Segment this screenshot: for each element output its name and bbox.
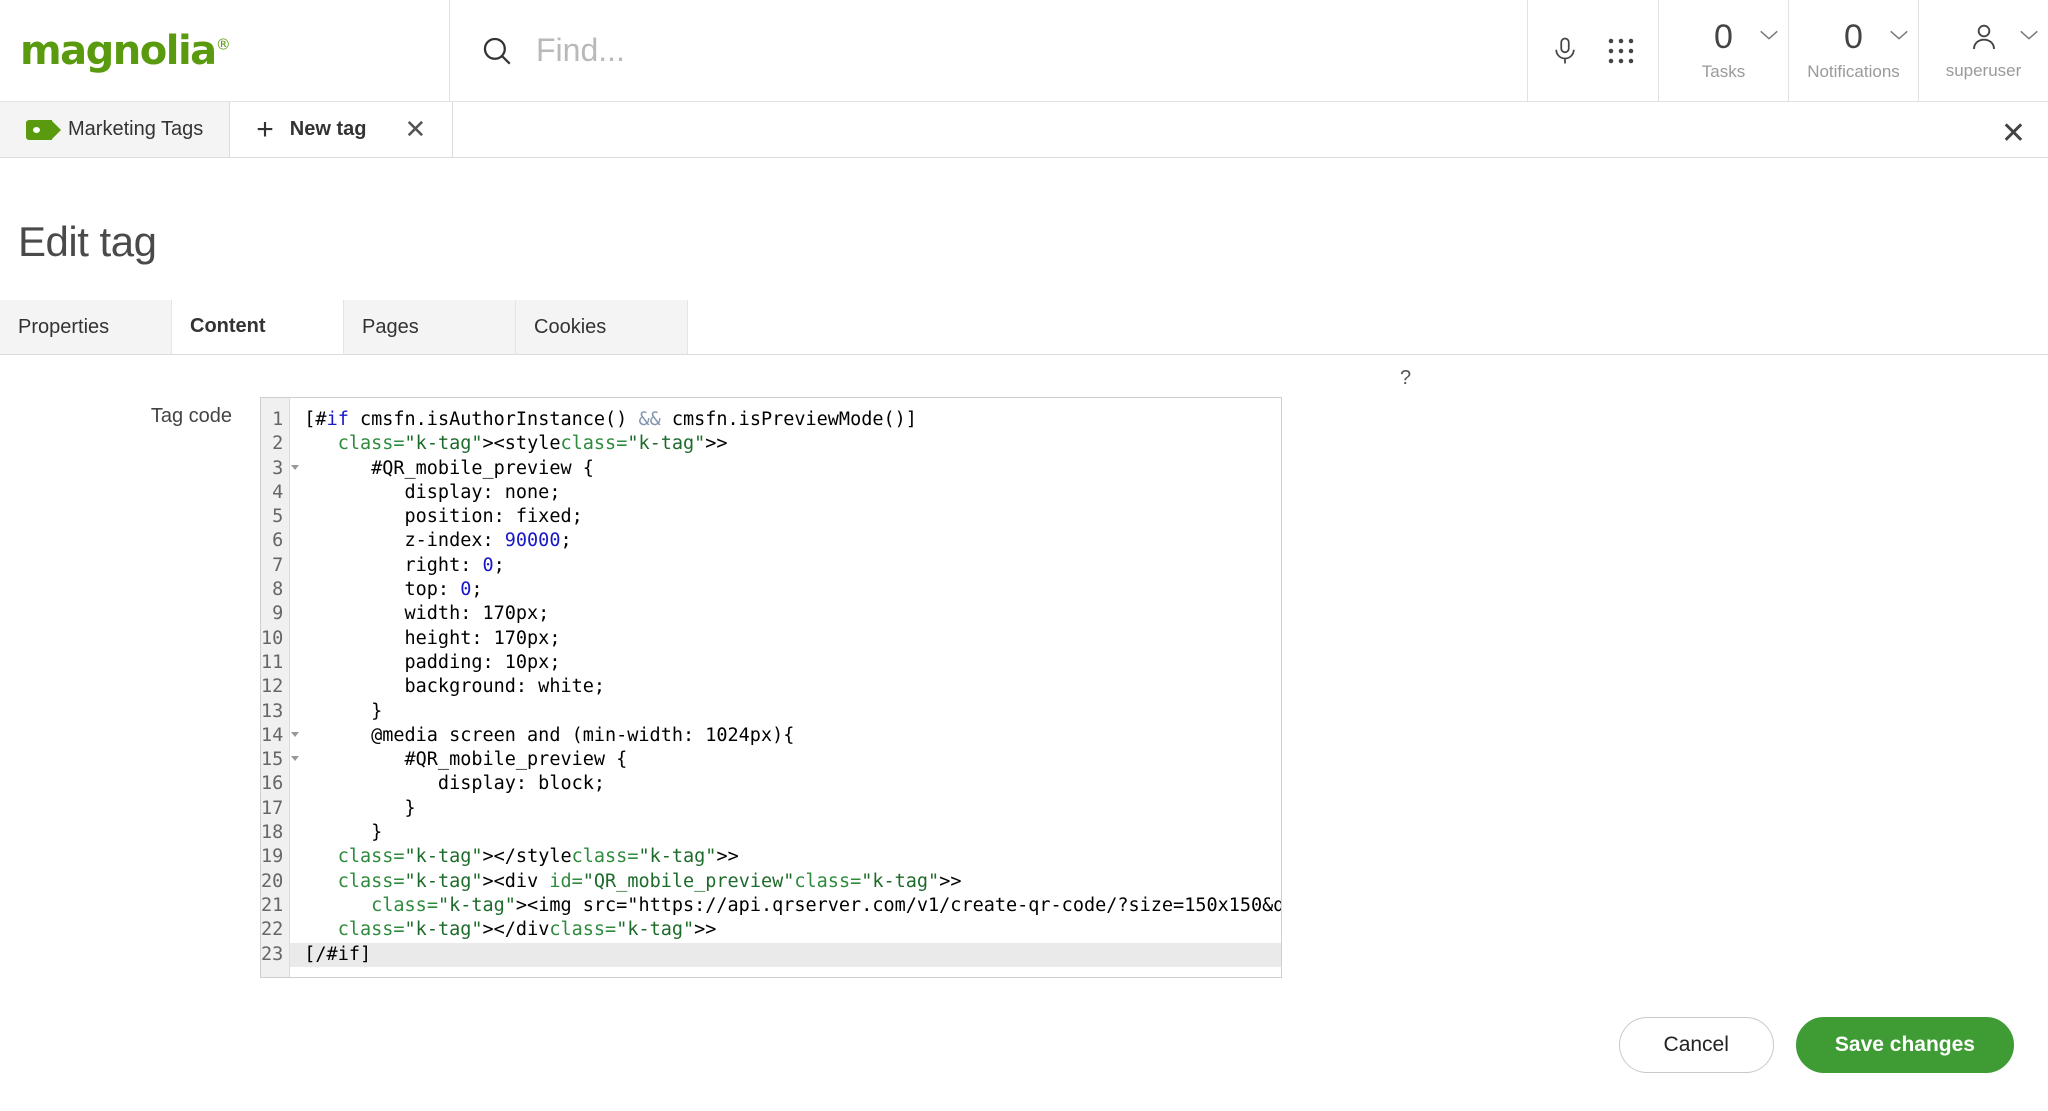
line-number: 15	[261, 748, 300, 772]
code-line[interactable]: class="k-tag"></styleclass="k-tag">>	[304, 845, 1281, 869]
tag-code-field: Tag code 1 2 3 4 5 6 7 8 9 10 11 12 13 14 15 16 17 18 19 20…	[0, 355, 2048, 978]
page-title: Edit tag	[18, 218, 157, 265]
code-line[interactable]: padding: 10px;	[304, 651, 1281, 675]
line-number: 13	[261, 700, 284, 722]
code-editor[interactable]: 1 2 3 4 5 6 7 8 9 10 11 12 13 14 15 16 17 18 19 20 21 22 23 [#…	[260, 397, 1282, 978]
user-avatar-icon	[1972, 24, 1995, 49]
app-tab-marketing-tags[interactable]: Marketing Tags	[0, 102, 231, 157]
line-number: 10	[261, 627, 284, 649]
tab-pages[interactable]: Pages	[344, 300, 516, 354]
code-line[interactable]: class="k-tag"></divclass="k-tag">>	[304, 918, 1281, 942]
line-number: 9	[272, 603, 284, 625]
line-number: 21	[261, 894, 284, 916]
tag-code-label: Tag code	[150, 405, 232, 427]
close-icon[interactable]: ✕	[2001, 116, 2026, 151]
line-number: 8	[272, 579, 284, 601]
save-changes-button[interactable]: Save changes	[1795, 1017, 2014, 1073]
app-tab-label: Marketing Tags	[68, 118, 204, 140]
app-header: magnolia® 0 Tasks 0 Notifications superu…	[0, 0, 2048, 102]
tab-content[interactable]: Content	[172, 300, 344, 354]
tag-icon	[26, 119, 61, 140]
editor-gutter: 1 2 3 4 5 6 7 8 9 10 11 12 13 14 15 16 17 18 19 20 21 22 23	[261, 398, 300, 977]
code-line[interactable]: width: 170px;	[304, 602, 1281, 626]
line-number: 18	[261, 822, 284, 844]
code-line[interactable]: class="k-tag"><img src="https://api.qrse…	[304, 894, 1281, 918]
search-input[interactable]	[536, 32, 1479, 69]
code-line[interactable]: [/#if]	[290, 942, 1281, 967]
tab-label: Content	[190, 315, 266, 337]
line-number: 7	[272, 554, 284, 576]
notifications-label: Notifications	[1807, 61, 1900, 81]
notifications-count: 0	[1844, 17, 1863, 56]
tab-label: Properties	[18, 315, 110, 338]
line-number: 6	[272, 530, 284, 552]
code-line[interactable]: }	[304, 821, 1281, 845]
line-number: 20	[261, 870, 284, 892]
app-tab-label: New tag	[289, 118, 367, 140]
app-tab-new-tag[interactable]: + New tag ✕	[230, 102, 454, 157]
cancel-button[interactable]: Cancel	[1618, 1017, 1774, 1073]
code-line[interactable]: }	[304, 700, 1281, 724]
line-number: 17	[261, 797, 284, 819]
plus-icon: +	[256, 112, 274, 146]
tasks-indicator[interactable]: 0 Tasks	[1658, 0, 1788, 101]
brand-logo-text: magnolia®	[20, 27, 231, 74]
tab-label: Cookies	[534, 315, 607, 338]
code-line[interactable]: @media screen and (min-width: 1024px){	[304, 724, 1281, 748]
line-number: 5	[272, 506, 284, 528]
line-number: 11	[261, 651, 284, 673]
global-search[interactable]	[450, 0, 1528, 101]
code-line[interactable]: display: none;	[304, 481, 1281, 505]
line-number: 2	[272, 433, 284, 455]
editor-code-pane[interactable]: [#if cmsfn.isAuthorInstance() && cmsfn.i…	[290, 398, 1281, 977]
app-grid-icon[interactable]	[1606, 36, 1636, 66]
code-line[interactable]: height: 170px;	[304, 627, 1281, 651]
code-line[interactable]: #QR_mobile_preview {	[304, 748, 1281, 772]
content-tabs: Properties Content Pages Cookies	[0, 300, 2048, 355]
code-line[interactable]: z-index: 90000;	[304, 529, 1281, 553]
chevron-down-icon[interactable]	[2018, 28, 2040, 42]
tab-label: Pages	[362, 315, 419, 338]
microphone-icon[interactable]	[1550, 35, 1580, 67]
line-number: 3	[261, 457, 300, 481]
brand-logo[interactable]: magnolia®	[0, 0, 450, 101]
line-number: 22	[261, 919, 284, 941]
tasks-label: Tasks	[1701, 61, 1746, 81]
code-line[interactable]: background: white;	[304, 675, 1281, 699]
user-menu[interactable]: superuser	[1918, 0, 2048, 101]
chevron-down-icon[interactable]	[1888, 28, 1910, 42]
search-icon	[483, 37, 511, 65]
user-name: superuser	[1945, 60, 2022, 80]
code-line[interactable]: top: 0;	[304, 578, 1281, 602]
close-icon[interactable]: ✕	[404, 114, 426, 145]
code-line[interactable]: class="k-tag"><div id="QR_mobile_preview…	[304, 870, 1281, 894]
code-line[interactable]: }	[304, 797, 1281, 821]
code-line[interactable]: #QR_mobile_preview {	[304, 457, 1281, 481]
form-actions: Cancel Save changes	[1618, 1017, 2014, 1073]
tasks-count: 0	[1714, 17, 1733, 56]
code-line[interactable]: position: fixed;	[304, 505, 1281, 529]
tab-filler	[688, 300, 2048, 354]
chevron-down-icon[interactable]	[1758, 28, 1780, 42]
line-number: 4	[272, 481, 284, 503]
notifications-indicator[interactable]: 0 Notifications	[1788, 0, 1918, 101]
header-icon-group	[1528, 0, 1658, 101]
registered-mark: ®	[215, 35, 231, 54]
line-number: 14	[261, 724, 300, 748]
help-icon[interactable]: ?	[1400, 367, 1411, 390]
code-line[interactable]: class="k-tag"><styleclass="k-tag">>	[304, 432, 1281, 456]
line-number: 12	[261, 676, 284, 698]
code-line[interactable]: [#if cmsfn.isAuthorInstance() && cmsfn.i…	[304, 408, 1281, 432]
tab-properties[interactable]: Properties	[0, 300, 172, 354]
line-number: 1	[272, 409, 284, 430]
line-number: 16	[261, 773, 284, 795]
code-line[interactable]: display: block;	[304, 772, 1281, 796]
line-number: 19	[261, 846, 284, 868]
line-number: 23	[261, 943, 284, 965]
code-line[interactable]: right: 0;	[304, 554, 1281, 578]
app-tab-bar: Marketing Tags + New tag ✕ ✕	[0, 102, 2048, 158]
tab-cookies[interactable]: Cookies	[516, 300, 688, 354]
